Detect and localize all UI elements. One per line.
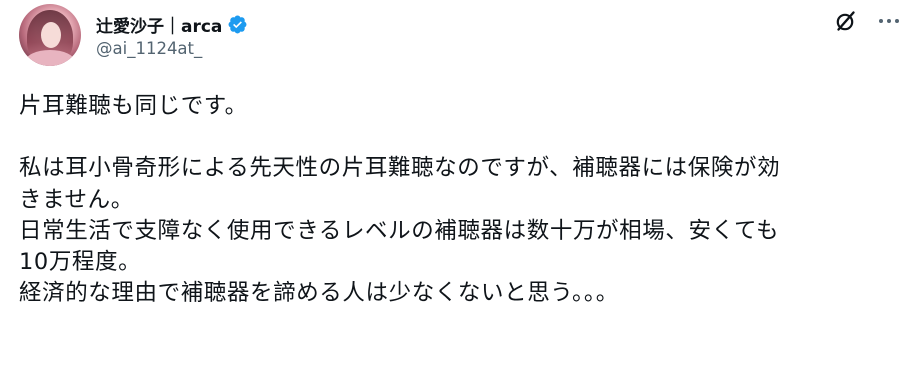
- post-text-line: 日常生活で支障なく使用できるレベルの補聴器は数十万が相場、安くても: [19, 217, 780, 244]
- verified-badge-icon: [227, 14, 248, 35]
- avatar[interactable]: [19, 4, 81, 66]
- author-display-name[interactable]: 辻愛沙子｜arca: [96, 12, 222, 37]
- post-text-line: きません。: [19, 186, 134, 213]
- avatar-face: [41, 22, 61, 48]
- grok-icon[interactable]: [834, 9, 858, 33]
- author-handle[interactable]: @ai_1124at_: [96, 39, 202, 58]
- post[interactable]: 辻愛沙子｜arca @ai_1124at_ 片耳難聴も同じです。 私は耳小骨奇形…: [0, 0, 922, 369]
- post-text-line: 経済的な理由で補聴器を諦める人は少なくないと思う。。。: [19, 280, 619, 307]
- post-text-line: 私は耳小骨奇形による先天性の片耳難聴なのですが、補聴器には保険が効: [19, 155, 781, 182]
- more-options-icon[interactable]: [876, 9, 902, 33]
- post-text-blank-line: [19, 122, 909, 153]
- post-text-line: 10万程度。: [19, 248, 142, 275]
- post-text-line: 片耳難聴も同じです。: [19, 93, 248, 119]
- author-name-row: 辻愛沙子｜arca: [96, 11, 248, 37]
- post-text: 片耳難聴も同じです。 私は耳小骨奇形による先天性の片耳難聴なのですが、補聴器には…: [19, 91, 909, 309]
